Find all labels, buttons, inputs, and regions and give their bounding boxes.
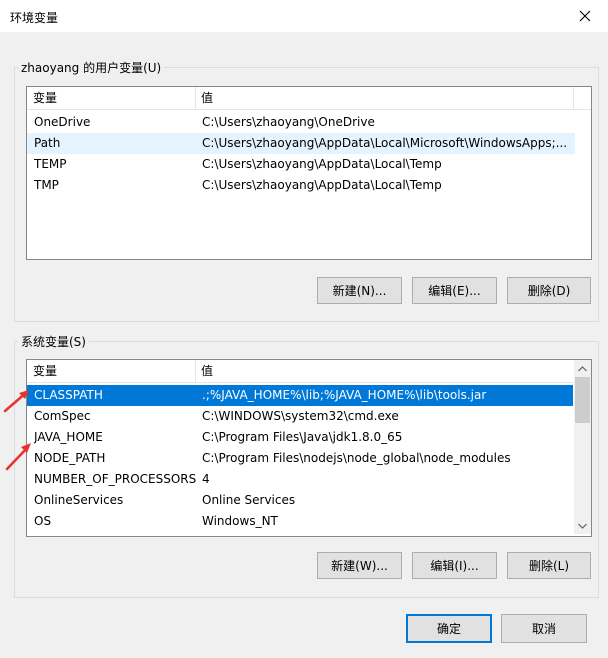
variable-value: Online Services	[202, 493, 296, 507]
variable-name: Path	[34, 136, 61, 150]
user-vars-list[interactable]: 变量 值 OneDrive C:\Users\zhaoyang\OneDrive…	[26, 86, 592, 260]
scroll-up-button[interactable]	[574, 360, 591, 377]
annotation-arrow-icon	[5, 443, 31, 471]
scroll-up-icon	[578, 365, 587, 371]
list-item[interactable]: OnlineServices Online Services	[27, 490, 573, 511]
list-header: 变量 值	[27, 360, 574, 383]
vertical-scrollbar[interactable]	[574, 360, 591, 534]
variable-value: C:\Users\zhaoyang\AppData\Local\Temp	[202, 157, 442, 171]
column-header-value[interactable]: 值	[195, 360, 213, 382]
list-item[interactable]: TMP C:\Users\zhaoyang\AppData\Local\Temp	[27, 175, 575, 196]
list-item[interactable]: OS Windows_NT	[27, 511, 573, 532]
list-item[interactable]: Path C:\Users\zhaoyang\AppData\Local\Mic…	[27, 133, 575, 154]
list-item[interactable]: JAVA_HOME C:\Program Files\Java\jdk1.8.0…	[27, 427, 573, 448]
variable-name: ComSpec	[34, 409, 91, 423]
variable-value: .;%JAVA_HOME%\lib;%JAVA_HOME%\lib\tools.…	[202, 388, 487, 402]
ok-button[interactable]: 确定	[406, 614, 492, 643]
title-bar[interactable]: 环境变量	[0, 0, 608, 32]
list-item[interactable]: NUMBER_OF_PROCESSORS 4	[27, 469, 573, 490]
close-icon	[579, 10, 591, 22]
column-separator[interactable]	[573, 87, 574, 109]
variable-name: OneDrive	[34, 115, 91, 129]
variable-value: C:\Users\zhaoyang\AppData\Local\Microsof…	[202, 136, 568, 150]
scroll-down-icon	[578, 523, 587, 529]
column-header-variable[interactable]: 变量	[27, 360, 57, 382]
scroll-down-button[interactable]	[574, 517, 591, 534]
user-vars-group-label: zhaoyang 的用户变量(U)	[18, 59, 165, 76]
cancel-button[interactable]: 取消	[501, 614, 587, 643]
variable-name: CLASSPATH	[34, 388, 103, 402]
list-item-selected[interactable]: CLASSPATH .;%JAVA_HOME%\lib;%JAVA_HOME%\…	[27, 385, 573, 406]
scroll-thumb[interactable]	[575, 377, 590, 423]
system-edit-button[interactable]: 编辑(I)...	[412, 552, 497, 579]
variable-name: NUMBER_OF_PROCESSORS	[34, 472, 197, 486]
variable-name: TEMP	[34, 157, 67, 171]
user-edit-button[interactable]: 编辑(E)...	[412, 277, 497, 304]
system-vars-list[interactable]: 变量 值 CLASSPATH .;%JAVA_HOME%\lib;%JAVA_H…	[26, 359, 592, 537]
list-item[interactable]: NODE_PATH C:\Program Files\nodejs\node_g…	[27, 448, 573, 469]
system-delete-button[interactable]: 删除(L)	[507, 552, 591, 579]
variable-name: JAVA_HOME	[34, 430, 103, 444]
variable-name: OS	[34, 514, 52, 528]
variable-name: OnlineServices	[34, 493, 124, 507]
system-new-button[interactable]: 新建(W)...	[317, 552, 402, 579]
variable-value: C:\Users\zhaoyang\AppData\Local\Temp	[202, 178, 442, 192]
window-title: 环境变量	[10, 11, 59, 25]
variable-name: NODE_PATH	[34, 451, 106, 465]
variable-value: 4	[202, 472, 210, 486]
column-header-value[interactable]: 值	[195, 87, 213, 109]
system-vars-group-label: 系统变量(S)	[18, 333, 89, 350]
variable-value: Windows_NT	[202, 514, 278, 528]
user-delete-button[interactable]: 删除(D)	[507, 277, 591, 304]
variable-value: C:\Program Files\nodejs\node_global\node…	[202, 451, 511, 465]
list-item[interactable]: TEMP C:\Users\zhaoyang\AppData\Local\Tem…	[27, 154, 575, 175]
user-new-button[interactable]: 新建(N)...	[317, 277, 402, 304]
list-item[interactable]: OneDrive C:\Users\zhaoyang\OneDrive	[27, 112, 575, 133]
close-button[interactable]	[562, 0, 608, 32]
variable-value: C:\WINDOWS\system32\cmd.exe	[202, 409, 399, 423]
variable-value: C:\Users\zhaoyang\OneDrive	[202, 115, 375, 129]
column-header-variable[interactable]: 变量	[27, 87, 57, 109]
list-item[interactable]: ComSpec C:\WINDOWS\system32\cmd.exe	[27, 406, 573, 427]
annotation-arrow-icon	[3, 390, 29, 413]
variable-value: C:\Program Files\Java\jdk1.8.0_65	[202, 430, 403, 444]
list-header: 变量 值	[27, 87, 591, 110]
variable-name: TMP	[34, 178, 59, 192]
